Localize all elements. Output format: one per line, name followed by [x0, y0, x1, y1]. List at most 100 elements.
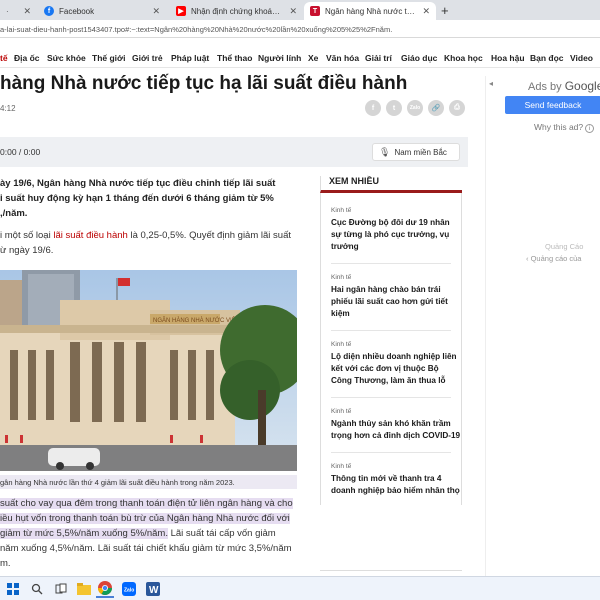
zalo-icon[interactable]: Zalo [120, 580, 138, 598]
nav-item[interactable]: Xe [308, 53, 318, 63]
zalo-share-icon[interactable]: Zalo [407, 100, 423, 116]
article-photo: NGÂN HÀNG NHÀ NƯỚC VIỆT NAM [0, 270, 297, 471]
print-icon[interactable]: ⎙ [449, 100, 465, 116]
tab-facebook[interactable]: f Facebook ✕ [38, 2, 166, 20]
nav-item[interactable]: Video [570, 53, 593, 63]
sidebar-list: Kinh tế Cục Đường bộ đôi dư 19 nhân sự t… [320, 193, 462, 505]
windows-taskbar: Zalo W [0, 576, 600, 600]
voice-label: Nam miền Bắc [394, 147, 447, 157]
para-text: là 0,25-0,5%. Quyết định giảm lãi suất [127, 230, 291, 241]
para-text: ừ ngày 19/6. [0, 245, 54, 256]
highlight-text: suất cho vay qua đêm trong thanh toán đi… [0, 498, 293, 509]
news-title[interactable]: Thông tin mới về thanh tra 4 doanh nghiệ… [331, 473, 461, 497]
tab-label: Nhận định chứng khoán | Đúng [191, 6, 283, 16]
voice-select[interactable]: 🎙 Nam miền Bắc [372, 143, 460, 161]
file-explorer-icon[interactable] [75, 580, 93, 598]
svg-text:Zalo: Zalo [124, 588, 134, 594]
news-title[interactable]: Hai ngân hàng chào bán trái phiếu lãi su… [331, 284, 461, 320]
news-title[interactable]: Cục Đường bộ đôi dư 19 nhân sự từng là p… [331, 217, 461, 253]
para-text: i một số loại [0, 230, 54, 241]
ad-label: Quảng Cáo [545, 242, 584, 251]
para-text: Lãi suất tái cấp vốn giảm [167, 528, 276, 539]
site-nav: tế Địa ốc Sức khỏe Thế giới Giới trẻ Phá… [0, 50, 600, 68]
news-category[interactable]: Kinh tế [331, 207, 461, 214]
nav-item[interactable]: Hoa hậu [491, 53, 525, 63]
nav-item[interactable]: Giáo dục [401, 53, 437, 63]
close-icon[interactable]: ✕ [146, 6, 160, 17]
lead-line: ày 19/6, Ngân hàng Nhà nước tiếp tục điề… [0, 178, 276, 189]
tab-tienphong[interactable]: T Ngân hàng Nhà nước tiếp tục hạ ✕ [304, 2, 436, 20]
audio-player[interactable]: 0:00 / 0:00 🎙 Nam miền Bắc [0, 137, 468, 167]
nav-item[interactable]: Người lính [258, 53, 301, 63]
interest-rate-link[interactable]: lãi suất điều hành [53, 230, 127, 241]
news-category[interactable]: Kinh tế [331, 274, 461, 281]
para-text: năm xuống 4,5%/năm. Lãi suất tái chiết k… [0, 543, 292, 554]
nav-item[interactable]: Bạn đọc [530, 53, 564, 63]
news-title[interactable]: Lộ diện nhiều doanh nghiệp liên kết với … [331, 351, 461, 387]
ads-by-google: Ads by Google [528, 79, 600, 93]
nav-item[interactable]: Thể thao [217, 53, 252, 63]
windows-icon[interactable] [4, 580, 22, 598]
task-view-icon[interactable] [52, 580, 70, 598]
copy-link-icon[interactable]: 🔗 [428, 100, 444, 116]
nav-item[interactable]: Sức khỏe [47, 53, 86, 63]
send-feedback-button[interactable]: Send feedback [505, 96, 600, 114]
nav-item[interactable]: Địa ốc [14, 53, 40, 63]
photo-caption: gân hàng Nhà nước lần thứ 4 giảm lãi suấ… [0, 475, 297, 489]
facebook-share-icon[interactable]: f [365, 100, 381, 116]
ad-owner-link[interactable]: ‹ Quảng cáo của [526, 254, 581, 263]
tienphong-icon: T [310, 6, 320, 16]
tab-youtube[interactable]: ▶ Nhận định chứng khoán | Đúng ✕ [170, 2, 303, 20]
news-title[interactable]: Ngành thủy sản khó khăn trầm trọng hơn c… [331, 418, 461, 442]
nav-item[interactable]: Thế giới [92, 53, 125, 63]
why-this-ad-link[interactable]: Why this ad? i [534, 122, 595, 133]
svg-text:W: W [149, 585, 159, 596]
audio-time: 0:00 / 0:00 [0, 147, 41, 157]
nav-item[interactable]: tế [0, 53, 8, 63]
para-text: m. [0, 558, 11, 569]
close-icon[interactable]: ✕ [416, 6, 430, 17]
new-tab-button[interactable]: + [441, 3, 449, 18]
most-viewed-sidebar: XEM NHIỀU Kinh tế Cục Đường bộ đôi dư 19… [320, 176, 462, 505]
article-lead: ày 19/6, Ngân hàng Nhà nước tiếp tục điề… [0, 176, 305, 221]
nav-item[interactable]: Khoa học [444, 53, 483, 63]
nav-item[interactable]: Giải trí [365, 53, 392, 63]
chevron-left-icon: ‹ [526, 254, 529, 263]
article-title: hàng Nhà nước tiếp tục hạ lãi suất điều … [0, 73, 408, 94]
ad-panel: ◂ Ads by Google Send feedback Why this a… [485, 76, 600, 576]
highlighted-paragraph: suất cho vay qua đêm trong thanh toán đi… [0, 496, 310, 571]
highlight-text: giảm từ mức 5,5%/năm xuống 5%/năm. [0, 528, 168, 539]
url-text: a-lai-suat-dieu-hanh-post1543407.tpo#:~:… [0, 25, 393, 34]
google-label: Google [564, 79, 600, 93]
ad-close-icon[interactable]: ◂ [489, 79, 493, 88]
ad-owner-label: Quảng cáo của [530, 254, 582, 263]
info-icon: i [585, 124, 595, 133]
nav-item[interactable]: Pháp luật [171, 53, 209, 63]
nav-item[interactable]: Văn hóa [326, 53, 359, 63]
lead-line: i suất huy động kỳ hạn 1 tháng đến dưới … [0, 193, 274, 204]
microphone-icon: 🎙 [379, 146, 391, 157]
youtube-icon: ▶ [176, 6, 186, 16]
close-icon[interactable]: ✕ [283, 6, 297, 17]
chrome-icon[interactable] [96, 580, 114, 598]
nav-item[interactable]: Giới trẻ [132, 53, 163, 63]
browser-tab-strip: · ✕ f Facebook ✕ ▶ Nhận định chứng khoán… [0, 0, 600, 20]
tab-partial[interactable]: · ✕ [0, 2, 37, 20]
news-category[interactable]: Kinh tế [331, 463, 461, 470]
news-category[interactable]: Kinh tế [331, 408, 461, 415]
word-icon[interactable]: W [144, 580, 162, 598]
facebook-icon: f [44, 6, 54, 16]
search-icon[interactable] [28, 580, 46, 598]
address-bar[interactable]: a-lai-suat-dieu-hanh-post1543407.tpo#:~:… [0, 20, 600, 38]
tab-label: Ngân hàng Nhà nước tiếp tục hạ [325, 6, 417, 16]
news-category[interactable]: Kinh tế [331, 341, 461, 348]
state-bank-building-image: NGÂN HÀNG NHÀ NƯỚC VIỆT NAM [0, 270, 297, 471]
close-icon[interactable]: ✕ [17, 6, 31, 17]
ads-by-label: Ads by [528, 81, 562, 93]
highlight-text: iều hụt vốn trong thanh toán bù trừ của … [0, 513, 290, 524]
twitter-share-icon[interactable]: t [386, 100, 402, 116]
article-paragraph: i một số loại lãi suất điều hành là 0,25… [0, 228, 305, 258]
article-time: 4:12 [0, 104, 16, 113]
screen: · ✕ f Facebook ✕ ▶ Nhận định chứng khoán… [0, 0, 600, 600]
why-label: Why this ad? [534, 122, 584, 132]
